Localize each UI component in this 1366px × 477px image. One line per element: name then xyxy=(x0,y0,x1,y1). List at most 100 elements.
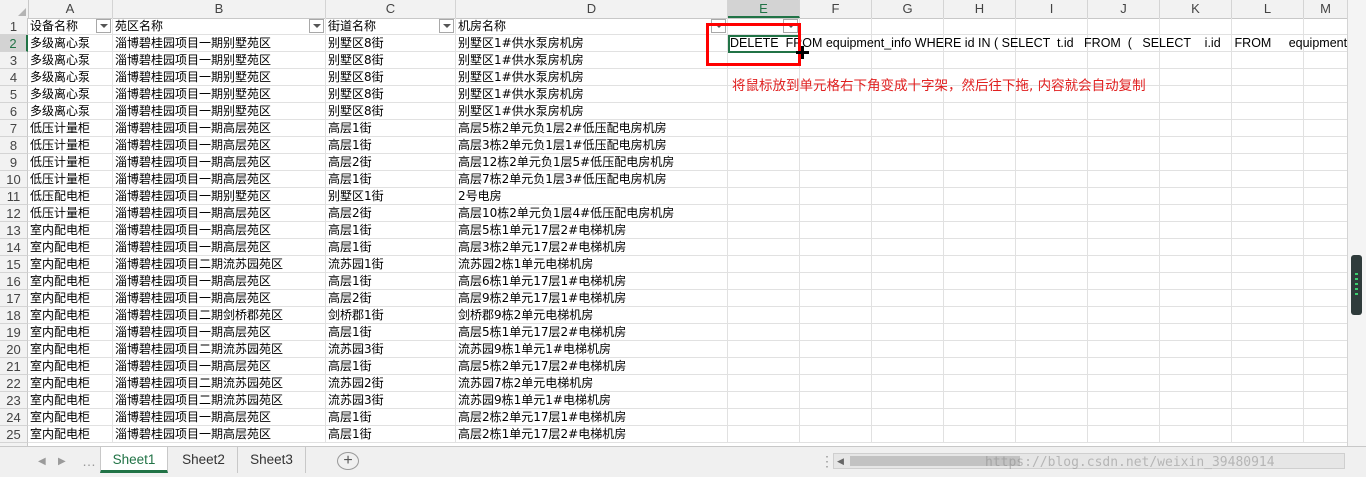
table-cell[interactable]: 高层1街 xyxy=(326,358,456,375)
row-header[interactable]: 13 xyxy=(0,222,28,239)
table-cell[interactable] xyxy=(872,222,944,239)
table-cell[interactable] xyxy=(800,341,872,358)
column-header-h[interactable]: H xyxy=(944,0,1016,18)
table-cell[interactable]: 别墅区1街 xyxy=(326,188,456,205)
table-cell[interactable]: 高层1街 xyxy=(326,324,456,341)
table-cell[interactable] xyxy=(872,137,944,154)
table-cell[interactable] xyxy=(944,239,1016,256)
table-cell[interactable] xyxy=(1160,375,1232,392)
table-cell[interactable]: 高层1街 xyxy=(326,239,456,256)
table-cell[interactable] xyxy=(728,375,800,392)
table-cell[interactable] xyxy=(1160,154,1232,171)
row-header[interactable]: 9 xyxy=(0,154,28,171)
table-cell[interactable] xyxy=(872,392,944,409)
table-cell[interactable] xyxy=(800,392,872,409)
table-cell[interactable] xyxy=(944,392,1016,409)
table-cell[interactable] xyxy=(1016,409,1088,426)
table-cell[interactable] xyxy=(1304,273,1348,290)
table-cell[interactable]: 淄博碧桂园项目一期高层苑区 xyxy=(113,154,326,171)
table-cell[interactable]: 高层12栋2单元负1层5#低压配电房机房 xyxy=(456,154,728,171)
sheet-tab-1[interactable]: Sheet1 xyxy=(100,447,168,473)
table-cell[interactable]: 淄博碧桂园项目一期高层苑区 xyxy=(113,239,326,256)
table-cell[interactable] xyxy=(1160,205,1232,222)
table-cell[interactable] xyxy=(728,273,800,290)
scroll-split-icon[interactable]: ⋮ xyxy=(820,453,834,470)
table-cell[interactable] xyxy=(872,426,944,443)
table-cell[interactable]: 多级离心泵 xyxy=(28,86,113,103)
header-cell[interactable] xyxy=(944,18,1016,35)
table-cell[interactable] xyxy=(1232,103,1304,120)
table-cell[interactable] xyxy=(1088,154,1160,171)
table-cell[interactable] xyxy=(1088,256,1160,273)
table-cell[interactable]: 淄博碧桂园项目一期别墅苑区 xyxy=(113,52,326,69)
column-header-j[interactable]: J xyxy=(1088,0,1160,18)
table-cell[interactable] xyxy=(728,256,800,273)
table-cell[interactable] xyxy=(1160,86,1232,103)
table-cell[interactable]: 流苏园2街 xyxy=(326,375,456,392)
table-cell[interactable] xyxy=(872,52,944,69)
table-cell[interactable]: 淄博碧桂园项目一期高层苑区 xyxy=(113,273,326,290)
table-cell[interactable] xyxy=(1232,86,1304,103)
table-cell[interactable]: 淄博碧桂园项目一期高层苑区 xyxy=(113,290,326,307)
table-cell[interactable] xyxy=(1088,205,1160,222)
table-cell[interactable] xyxy=(944,188,1016,205)
table-cell[interactable]: 淄博碧桂园项目一期高层苑区 xyxy=(113,409,326,426)
table-cell[interactable]: 多级离心泵 xyxy=(28,103,113,120)
table-cell[interactable] xyxy=(1304,69,1348,86)
table-cell[interactable] xyxy=(1232,273,1304,290)
table-cell[interactable]: 低压计量柜 xyxy=(28,205,113,222)
vertical-scrollbar[interactable] xyxy=(1347,0,1366,446)
row-header[interactable]: 2 xyxy=(0,35,28,52)
table-cell[interactable]: 高层1街 xyxy=(326,409,456,426)
row-header[interactable]: 11 xyxy=(0,188,28,205)
table-cell[interactable] xyxy=(1016,256,1088,273)
table-cell[interactable] xyxy=(728,358,800,375)
table-cell[interactable] xyxy=(1016,290,1088,307)
table-cell[interactable] xyxy=(1016,205,1088,222)
table-cell[interactable] xyxy=(1088,426,1160,443)
table-cell[interactable] xyxy=(1232,52,1304,69)
header-cell[interactable]: 苑区名称 xyxy=(113,18,326,35)
table-cell[interactable] xyxy=(1232,171,1304,188)
table-cell[interactable]: 淄博碧桂园项目一期高层苑区 xyxy=(113,358,326,375)
table-cell[interactable] xyxy=(1160,409,1232,426)
table-cell[interactable] xyxy=(800,154,872,171)
header-cell[interactable] xyxy=(800,18,872,35)
table-cell[interactable] xyxy=(728,409,800,426)
table-cell[interactable] xyxy=(728,137,800,154)
table-cell[interactable] xyxy=(1304,52,1348,69)
table-cell[interactable] xyxy=(1232,375,1304,392)
table-cell[interactable]: 淄博碧桂园项目二期流苏园苑区 xyxy=(113,375,326,392)
table-cell[interactable] xyxy=(1088,409,1160,426)
select-all-button[interactable] xyxy=(0,0,29,18)
table-cell[interactable] xyxy=(1232,290,1304,307)
table-cell[interactable]: 淄博碧桂园项目一期高层苑区 xyxy=(113,120,326,137)
table-cell[interactable] xyxy=(728,222,800,239)
sheet-tab-2[interactable]: Sheet2 xyxy=(170,447,238,473)
scroll-left-icon[interactable]: ◀ xyxy=(837,456,844,467)
table-cell[interactable] xyxy=(944,409,1016,426)
table-cell[interactable] xyxy=(872,307,944,324)
table-cell[interactable] xyxy=(1016,392,1088,409)
table-cell[interactable] xyxy=(1232,222,1304,239)
table-cell[interactable]: 淄博碧桂园项目一期别墅苑区 xyxy=(113,103,326,120)
table-cell[interactable] xyxy=(1232,324,1304,341)
table-cell[interactable] xyxy=(800,52,872,69)
table-cell[interactable]: 室内配电柜 xyxy=(28,341,113,358)
table-cell[interactable] xyxy=(872,273,944,290)
table-cell[interactable]: 室内配电柜 xyxy=(28,307,113,324)
table-cell[interactable]: 低压配电柜 xyxy=(28,188,113,205)
table-cell[interactable] xyxy=(1232,205,1304,222)
header-cell[interactable] xyxy=(1232,18,1304,35)
table-cell[interactable]: 流苏园2栋1单元电梯机房 xyxy=(456,256,728,273)
table-cell[interactable] xyxy=(1016,358,1088,375)
table-cell[interactable] xyxy=(1088,239,1160,256)
table-cell[interactable] xyxy=(1016,188,1088,205)
table-cell[interactable] xyxy=(944,426,1016,443)
column-header-b[interactable]: B xyxy=(113,0,326,18)
table-cell[interactable]: 高层2街 xyxy=(326,290,456,307)
table-cell[interactable] xyxy=(1304,409,1348,426)
table-cell[interactable] xyxy=(1232,307,1304,324)
table-cell[interactable] xyxy=(872,290,944,307)
row-header[interactable]: 4 xyxy=(0,69,28,86)
